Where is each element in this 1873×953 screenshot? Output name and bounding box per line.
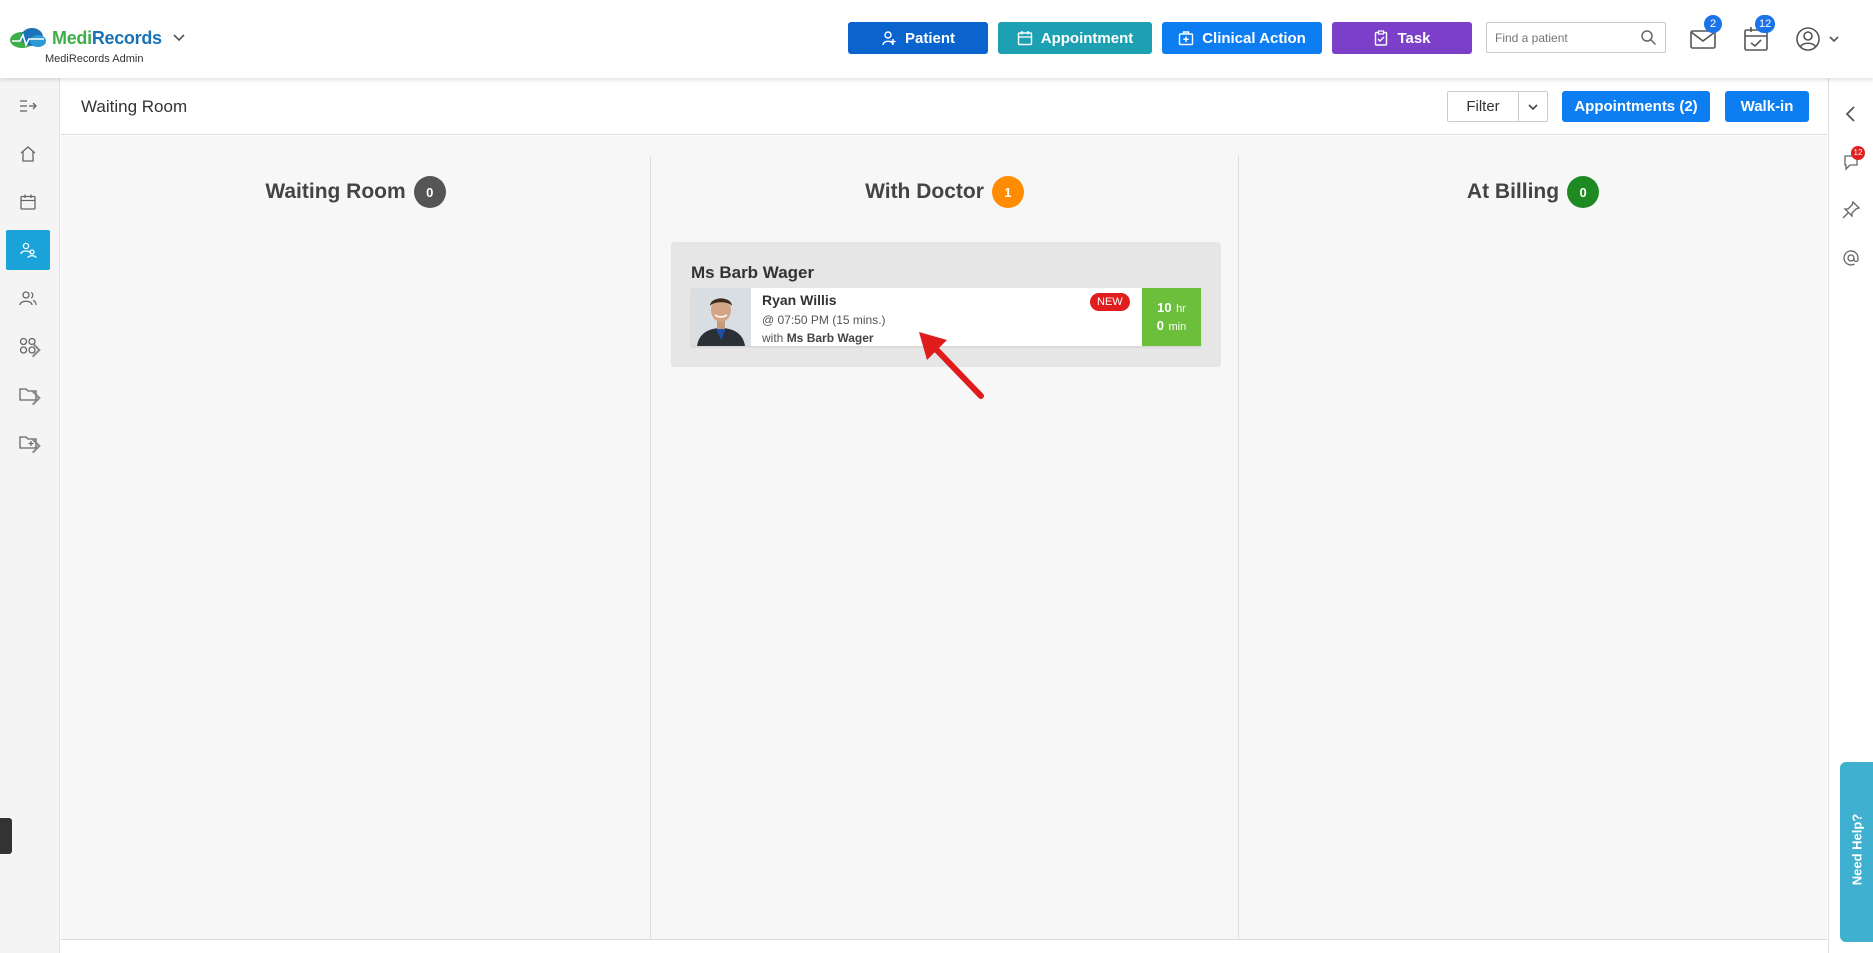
column-header: Waiting Room 0: [61, 176, 650, 208]
notifications-count-badge: 12: [1851, 146, 1865, 160]
user-plus-icon: [882, 31, 896, 46]
column-header: With Doctor 1: [651, 176, 1238, 208]
elapsed-hours: 10: [1157, 300, 1172, 315]
tasks-count-badge: 12: [1755, 15, 1776, 33]
appointment-practitioner: with Ms Barb Wager: [762, 331, 874, 345]
column-with-doctor: With Doctor 1 Ms Barb Wager Ryan Willis …: [650, 156, 1239, 940]
left-feedback-tab[interactable]: [0, 818, 12, 854]
header-actions: Patient Appointment Clinical Action Task: [848, 22, 1472, 54]
brand-name: MediRecords: [52, 27, 162, 48]
chevron-right-icon: [31, 342, 41, 358]
medical-bag-icon: [1178, 31, 1194, 46]
filter-button[interactable]: Filter: [1447, 91, 1519, 122]
column-waiting-room: Waiting Room 0: [61, 156, 650, 940]
sidebar-expand[interactable]: [6, 86, 50, 126]
chevron-right-icon: [31, 390, 41, 406]
page-title: Waiting Room: [81, 97, 188, 116]
sidebar-item-add-folder[interactable]: [6, 422, 50, 462]
appointment-button[interactable]: Appointment: [998, 22, 1152, 54]
search-input[interactable]: [1487, 23, 1627, 52]
minutes-unit: min: [1168, 321, 1187, 333]
clinical-action-button[interactable]: Clinical Action: [1162, 22, 1322, 54]
walk-in-button[interactable]: Walk-in: [1725, 91, 1809, 122]
patient-name[interactable]: Ryan Willis: [762, 292, 837, 308]
clinical-action-button-label: Clinical Action: [1202, 29, 1306, 47]
pin-icon[interactable]: [1841, 200, 1861, 220]
doctor-group-title: Ms Barb Wager: [691, 263, 815, 282]
chevron-down-icon: [1528, 103, 1538, 110]
hours-unit: hr: [1176, 303, 1186, 315]
chevron-left-icon[interactable]: [1841, 104, 1861, 124]
medirecords-logo-icon: [10, 28, 46, 48]
user-account-icon[interactable]: [1793, 24, 1823, 54]
sidebar-item-waiting-room[interactable]: [6, 230, 50, 270]
content-header: Waiting Room Filter Appointments (2) Wal…: [61, 78, 1827, 135]
calendar-icon: [1017, 31, 1032, 46]
patient-button-label: Patient: [904, 29, 955, 47]
appointment-time: @ 07:50 PM (15 mins.): [762, 313, 886, 327]
brand-subtitle: MediRecords Admin: [45, 53, 144, 65]
patient-avatar: [691, 288, 751, 346]
sidebar-item-home[interactable]: [6, 134, 50, 174]
column-count-badge: 0: [1567, 176, 1600, 208]
patient-photo-icon: [691, 288, 751, 346]
messages-count-badge: 2: [1704, 15, 1722, 33]
annotation-arrow-icon: [919, 332, 984, 399]
waiting-room-icon: [20, 242, 37, 259]
patients-icon: [19, 291, 37, 306]
waiting-room-board: Waiting Room 0 With Doctor 1 Ms Barb Wag…: [61, 136, 1827, 940]
column-header: At Billing 0: [1239, 176, 1827, 208]
chevron-right-icon: [31, 438, 41, 454]
column-title: With Doctor: [865, 180, 984, 203]
at-mention-icon[interactable]: [1841, 248, 1861, 268]
column-title: Waiting Room: [265, 180, 406, 203]
sidebar-item-calendar[interactable]: [6, 182, 50, 222]
clipboard-icon: [1375, 30, 1388, 46]
need-help-label: Need Help?: [1849, 813, 1865, 886]
sidebar-item-modules[interactable]: [6, 326, 50, 366]
elapsed-minutes: 0: [1156, 318, 1165, 333]
chevron-down-icon[interactable]: [1828, 33, 1840, 45]
sidebar-item-patients[interactable]: [6, 278, 50, 318]
calendar-icon: [20, 194, 36, 210]
top-bar: MediRecords MediRecords Admin Patient Ap…: [0, 0, 1873, 78]
expand-menu-icon: [20, 100, 37, 112]
sidebar-item-folders[interactable]: [6, 374, 50, 414]
need-help-tab[interactable]: Need Help?: [1840, 762, 1873, 942]
filter-dropdown-toggle[interactable]: [1518, 91, 1548, 122]
column-title: At Billing: [1466, 180, 1560, 203]
brand[interactable]: MediRecords: [8, 26, 186, 50]
patient-button[interactable]: Patient: [848, 22, 988, 54]
new-status-badge: NEW: [1090, 293, 1130, 311]
with-prefix: with: [762, 331, 784, 345]
task-button-label: Task: [1397, 29, 1431, 47]
practitioner-name: Ms Barb Wager: [786, 331, 874, 345]
appointment-button-label: Appointment: [1040, 29, 1134, 47]
chevron-down-icon[interactable]: [172, 31, 186, 45]
task-button[interactable]: Task: [1332, 22, 1472, 54]
home-icon: [20, 146, 36, 162]
column-count-badge: 1: [991, 176, 1024, 208]
column-count-badge: 0: [413, 176, 446, 208]
elapsed-timer: 10 hr 0 min: [1142, 288, 1201, 346]
column-at-billing: At Billing 0: [1239, 156, 1827, 940]
appointments-button[interactable]: Appointments (2): [1562, 91, 1710, 122]
patient-search: [1486, 22, 1666, 53]
search-icon[interactable]: [1640, 29, 1657, 46]
